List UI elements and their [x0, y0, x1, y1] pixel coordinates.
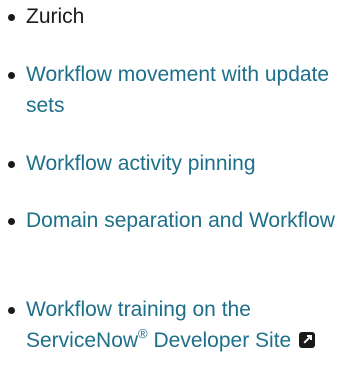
list-item-zurich: Zurich — [0, 1, 340, 32]
related-topics-list: Zurich Workflow movement with update set… — [0, 0, 340, 369]
link-domain-separation[interactable]: Domain separation and Workflow — [26, 209, 335, 232]
list-item-label: Zurich — [26, 5, 85, 28]
external-link-icon[interactable] — [299, 332, 316, 348]
link-activity-pinning[interactable]: Workflow activity pinning — [26, 152, 256, 175]
registered-mark: ® — [138, 326, 148, 341]
list-item-domain-separation: Domain separation and Workflow — [0, 205, 340, 236]
bullet-icon — [8, 72, 15, 79]
list-item-workflow-movement: Workflow movement with update sets — [0, 59, 340, 121]
bullet-icon — [8, 14, 15, 21]
bullet-icon — [8, 307, 15, 314]
link-workflow-training[interactable]: Workflow training on the ServiceNow® Dev… — [26, 298, 291, 352]
link-workflow-movement[interactable]: Workflow movement with update sets — [26, 63, 329, 117]
bullet-icon — [8, 218, 15, 225]
bullet-icon — [8, 161, 15, 168]
list-item-activity-pinning: Workflow activity pinning — [0, 148, 340, 179]
list-item-workflow-training: Workflow training on the ServiceNow® Dev… — [0, 294, 340, 356]
link-text-part2: Developer Site — [147, 329, 292, 352]
